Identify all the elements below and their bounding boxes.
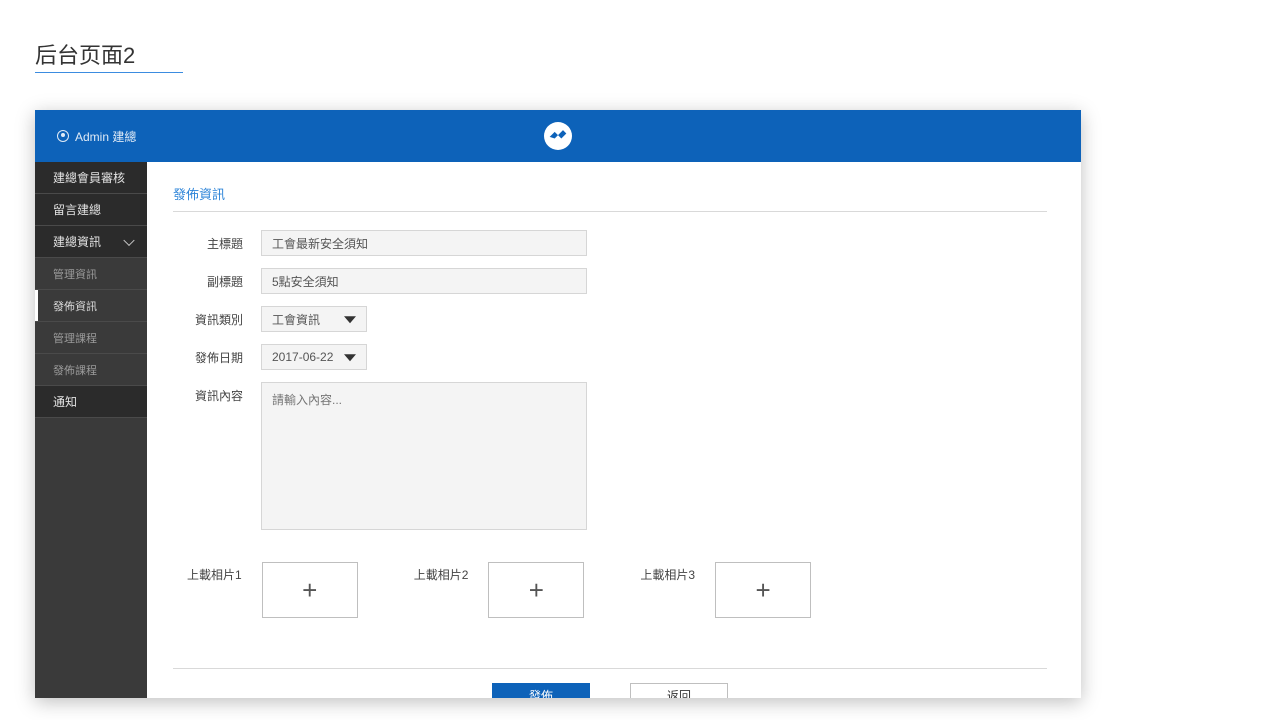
page-title: 后台页面2	[35, 38, 135, 80]
upload-group-2: 上載相片2 +	[414, 562, 585, 618]
upload-group-3: 上載相片3 +	[640, 562, 811, 618]
date-value: 2017-06-22	[272, 350, 333, 364]
upload-box-1[interactable]: +	[262, 562, 358, 618]
date-select[interactable]: 2017-06-22	[261, 344, 367, 370]
sidebar-item-manage-course[interactable]: 管理課程	[35, 322, 147, 354]
form-row-main-title: 主標題	[173, 230, 1047, 256]
form-row-date: 發佈日期 2017-06-22	[173, 344, 1047, 370]
button-bar: 發佈 返回	[173, 668, 1047, 698]
upload-box-2[interactable]: +	[488, 562, 584, 618]
upload-group-1: 上載相片1 +	[187, 562, 358, 618]
subtitle-input[interactable]	[261, 268, 587, 294]
plus-icon: +	[302, 575, 317, 606]
main-title-label: 主標題	[173, 230, 261, 252]
publish-button[interactable]: 發佈	[492, 683, 590, 698]
sidebar-item-info[interactable]: 建總資訊	[35, 226, 147, 258]
body-textarea[interactable]	[261, 382, 587, 530]
body-area: 建總會員審核 留言建總 建總資訊 管理資訊 發佈資訊 管理課程 發佈課程 通知 …	[35, 162, 1081, 698]
form-row-subtitle: 副標題	[173, 268, 1047, 294]
category-select[interactable]: 工會資訊	[261, 306, 367, 332]
upload-section: 上載相片1 + 上載相片2 + 上載相片3 +	[187, 562, 1047, 618]
upload-box-3[interactable]: +	[715, 562, 811, 618]
topbar: Admin 建總	[35, 110, 1081, 162]
sidebar-item-manage-info[interactable]: 管理資訊	[35, 258, 147, 290]
plus-icon: +	[529, 575, 544, 606]
app-window: Admin 建總 建總會員審核 留言建總 建總資訊 管理資訊 發佈資訊 管理課程…	[35, 110, 1081, 698]
admin-label: Admin 建總	[75, 128, 136, 145]
back-button[interactable]: 返回	[630, 683, 728, 698]
sidebar-item-notify[interactable]: 通知	[35, 386, 147, 418]
subtitle-label: 副標題	[173, 268, 261, 290]
admin-block[interactable]: Admin 建總	[57, 110, 136, 162]
logo-icon	[544, 122, 572, 150]
sidebar-item-member-review[interactable]: 建總會員審核	[35, 162, 147, 194]
page-title-underline	[35, 72, 183, 73]
upload-label-1: 上載相片1	[187, 562, 242, 583]
upload-label-3: 上載相片3	[640, 562, 695, 583]
content-area: 發佈資訊 主標題 副標題 資訊類別 工會資訊 發佈日期 2017-06-22	[147, 162, 1081, 698]
sidebar-item-label: 建總資訊	[53, 233, 101, 250]
category-label: 資訊類別	[173, 306, 261, 328]
main-title-input[interactable]	[261, 230, 587, 256]
sidebar-item-messages[interactable]: 留言建總	[35, 194, 147, 226]
body-label: 資訊內容	[173, 382, 261, 404]
form-row-category: 資訊類別 工會資訊	[173, 306, 1047, 332]
category-value: 工會資訊	[272, 311, 320, 328]
plus-icon: +	[755, 575, 770, 606]
user-icon	[57, 130, 69, 142]
date-label: 發佈日期	[173, 344, 261, 366]
sidebar: 建總會員審核 留言建總 建總資訊 管理資訊 發佈資訊 管理課程 發佈課程 通知	[35, 162, 147, 698]
form-row-body: 資訊內容	[173, 382, 1047, 530]
sidebar-item-publish-info[interactable]: 發佈資訊	[35, 290, 147, 322]
upload-label-2: 上載相片2	[414, 562, 469, 583]
sidebar-item-publish-course[interactable]: 發佈課程	[35, 354, 147, 386]
section-title: 發佈資訊	[173, 184, 1047, 212]
